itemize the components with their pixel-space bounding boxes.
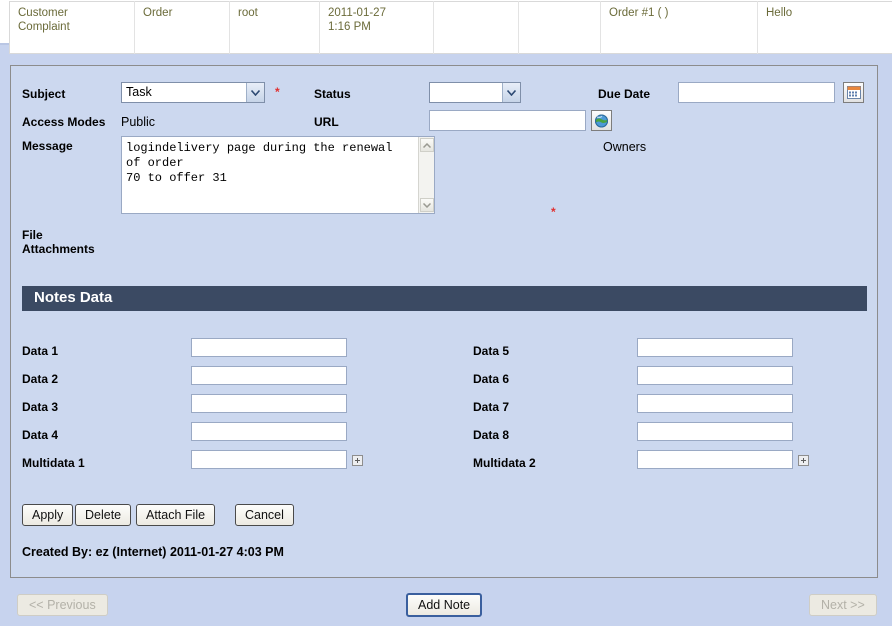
- data-8-label: Data 8: [473, 428, 510, 442]
- globe-icon[interactable]: [591, 110, 612, 131]
- message-text: logindelivery page during the renewal of…: [126, 141, 393, 185]
- data-5-input[interactable]: [637, 338, 793, 357]
- subject-select[interactable]: Task: [121, 82, 265, 103]
- notes-data-section-header: Notes Data: [22, 286, 867, 311]
- access-modes-label: Access Modes: [22, 115, 106, 129]
- multidata-1-label: Multidata 1: [22, 456, 85, 470]
- message-label: Message: [22, 139, 73, 153]
- status-select[interactable]: [429, 82, 521, 103]
- owners-label: Owners: [603, 140, 647, 154]
- table-row: Customer Complaint Order root 2011-01-27…: [9, 1, 892, 54]
- due-date-input[interactable]: [678, 82, 835, 103]
- subject-label: Subject: [22, 87, 66, 101]
- data-7-label: Data 7: [473, 400, 510, 414]
- plus-icon[interactable]: [798, 455, 809, 466]
- url-label: URL: [314, 115, 339, 129]
- message-textarea[interactable]: logindelivery page during the renewal of…: [121, 136, 435, 214]
- status-label: Status: [314, 87, 351, 101]
- cell-datetime: 2011-01-27 1:16 PM: [319, 1, 434, 54]
- summary-table-region: Customer Complaint Order root 2011-01-27…: [0, 0, 892, 54]
- previous-button[interactable]: << Previous: [17, 594, 108, 616]
- cell-blank-1: [433, 1, 519, 54]
- cell-category: Order: [134, 1, 230, 54]
- plus-icon[interactable]: [352, 455, 363, 466]
- chevron-up-icon[interactable]: [420, 138, 434, 152]
- subject-select-value: Task: [126, 85, 152, 99]
- data-3-input[interactable]: [191, 394, 347, 413]
- data-5-label: Data 5: [473, 344, 510, 358]
- data-4-label: Data 4: [22, 428, 59, 442]
- cell-user: root: [229, 1, 320, 54]
- chevron-down-icon[interactable]: [502, 83, 520, 102]
- subject-required-marker: *: [275, 85, 280, 99]
- chevron-down-icon[interactable]: [246, 83, 264, 102]
- cell-order: Order #1 ( ): [600, 1, 758, 54]
- calendar-icon[interactable]: [843, 82, 864, 103]
- cell-greeting: Hello: [757, 1, 892, 54]
- url-input[interactable]: [429, 110, 586, 131]
- data-6-input[interactable]: [637, 366, 793, 385]
- due-date-label: Due Date: [598, 87, 651, 101]
- data-4-input[interactable]: [191, 422, 347, 441]
- data-7-input[interactable]: [637, 394, 793, 413]
- multidata-2-input[interactable]: [637, 450, 793, 469]
- data-2-label: Data 2: [22, 372, 59, 386]
- note-form-panel: Subject Task * Status Due Date Access Mo…: [10, 65, 878, 578]
- cell-type: Customer Complaint: [9, 1, 135, 54]
- data-6-label: Data 6: [473, 372, 510, 386]
- file-attachments-label: File Attachments: [22, 228, 95, 256]
- attach-file-button[interactable]: Attach File: [136, 504, 216, 526]
- data-1-input[interactable]: [191, 338, 347, 357]
- data-3-label: Data 3: [22, 400, 59, 414]
- multidata-1-input[interactable]: [191, 450, 347, 469]
- created-by-text: Created By: ez (Internet) 2011-01-27 4:0…: [22, 545, 284, 559]
- access-modes-value: Public: [121, 115, 156, 129]
- data-1-label: Data 1: [22, 344, 59, 358]
- message-scrollbar[interactable]: [418, 137, 434, 213]
- cancel-button[interactable]: Cancel: [235, 504, 294, 526]
- data-8-input[interactable]: [637, 422, 793, 441]
- summary-table: Customer Complaint Order root 2011-01-27…: [9, 1, 892, 54]
- data-2-input[interactable]: [191, 366, 347, 385]
- delete-button[interactable]: Delete: [75, 504, 132, 526]
- apply-button[interactable]: Apply: [22, 504, 74, 526]
- next-button[interactable]: Next >>: [809, 594, 877, 616]
- add-note-button[interactable]: Add Note: [406, 593, 483, 617]
- cell-blank-2: [518, 1, 601, 54]
- chevron-down-icon[interactable]: [420, 198, 434, 212]
- message-required-marker: *: [551, 205, 556, 219]
- multidata-2-label: Multidata 2: [473, 456, 536, 470]
